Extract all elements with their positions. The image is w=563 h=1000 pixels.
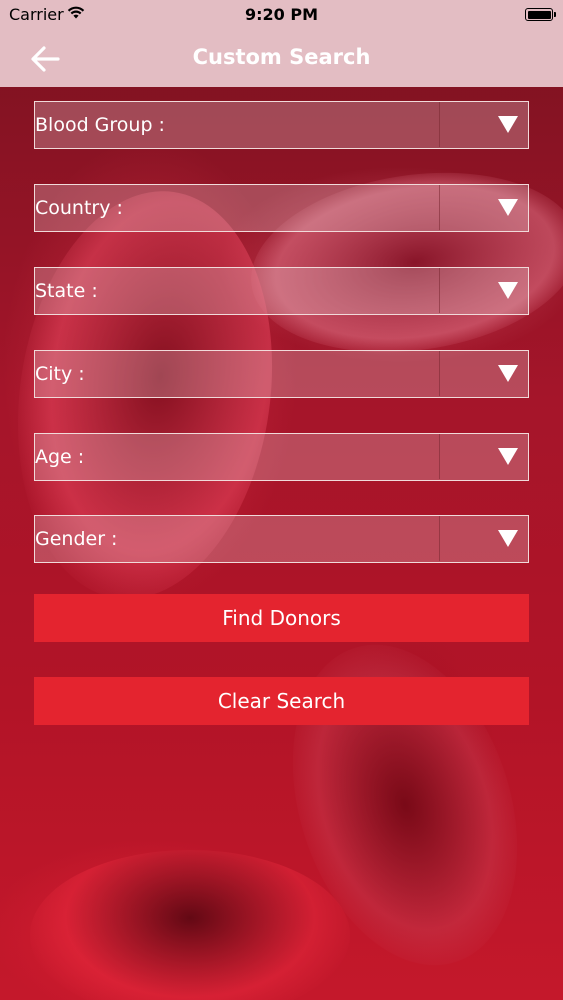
country-dropdown[interactable]: Country : xyxy=(34,184,529,232)
dropdown-divider xyxy=(439,516,440,561)
clear-search-button[interactable]: Clear Search xyxy=(34,677,529,725)
city-label: City : xyxy=(35,363,85,385)
age-dropdown[interactable]: Age : xyxy=(34,433,529,481)
state-dropdown[interactable]: State : xyxy=(34,267,529,315)
state-label: State : xyxy=(35,280,98,302)
triangle-down-icon xyxy=(498,448,518,465)
triangle-down-icon xyxy=(498,116,518,133)
battery-icon xyxy=(525,8,556,21)
dropdown-divider xyxy=(439,102,440,147)
gender-dropdown[interactable]: Gender : xyxy=(34,515,529,563)
age-label: Age : xyxy=(35,446,85,468)
dropdown-divider xyxy=(439,268,440,313)
triangle-down-icon xyxy=(498,199,518,216)
city-dropdown[interactable]: City : xyxy=(34,350,529,398)
find-donors-button[interactable]: Find Donors xyxy=(34,594,529,642)
background-image xyxy=(0,0,563,1000)
dropdown-divider xyxy=(439,351,440,396)
triangle-down-icon xyxy=(498,530,518,547)
page-title: Custom Search xyxy=(192,45,371,69)
gender-label: Gender : xyxy=(35,528,118,550)
navigation-bar: Custom Search xyxy=(0,30,563,87)
clock: 9:20 PM xyxy=(244,5,318,24)
blood-group-dropdown[interactable]: Blood Group : xyxy=(34,101,529,149)
blood-group-label: Blood Group : xyxy=(35,114,165,136)
dropdown-divider xyxy=(439,185,440,230)
triangle-down-icon xyxy=(498,282,518,299)
triangle-down-icon xyxy=(498,365,518,382)
blood-cell-shape xyxy=(30,850,350,1000)
status-bar: Carrier 9:20 PM xyxy=(0,0,563,30)
dropdown-divider xyxy=(439,434,440,479)
country-label: Country : xyxy=(35,197,123,219)
